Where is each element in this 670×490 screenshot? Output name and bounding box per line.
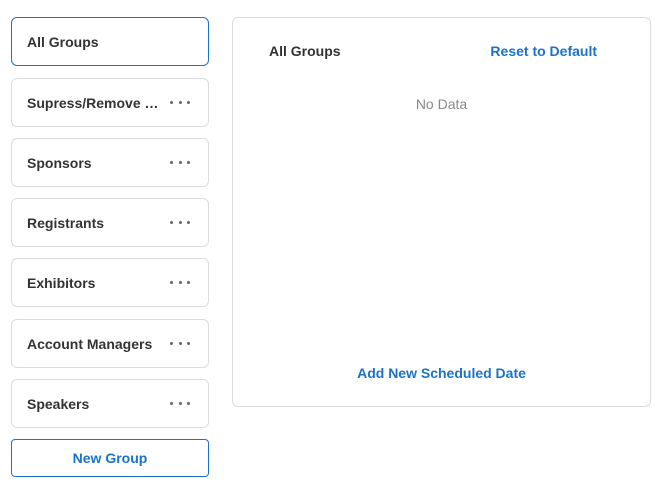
group-schedule-panel: All Groups Reset to Default No Data Add … [232, 17, 651, 407]
group-item-registrants[interactable]: Registrants [11, 198, 209, 247]
group-label: Exhibitors [27, 274, 96, 291]
more-horizontal-icon[interactable] [170, 216, 190, 230]
group-item-sponsors[interactable]: Sponsors [11, 138, 209, 187]
group-item-exhibitors[interactable]: Exhibitors [11, 258, 209, 307]
group-item-speakers[interactable]: Speakers [11, 379, 209, 428]
group-item-supress-remove[interactable]: Supress/Remove p... [11, 78, 209, 127]
new-group-button[interactable]: New Group [11, 439, 209, 477]
reset-to-default-link[interactable]: Reset to Default [490, 43, 597, 59]
group-label: Account Managers [27, 335, 153, 352]
more-horizontal-icon[interactable] [170, 276, 190, 290]
group-label: Registrants [27, 214, 105, 231]
empty-state-text: No Data [415, 96, 468, 112]
panel-title: All Groups [269, 43, 341, 59]
more-horizontal-icon[interactable] [170, 96, 190, 110]
group-label: Speakers [27, 395, 90, 412]
add-scheduled-date-link[interactable]: Add New Scheduled Date [233, 365, 650, 381]
group-item-account-managers[interactable]: Account Managers [11, 319, 209, 368]
more-horizontal-icon[interactable] [170, 337, 190, 351]
group-label: Supress/Remove p... [27, 94, 162, 111]
group-item-all-groups[interactable]: All Groups [11, 17, 209, 66]
more-horizontal-icon[interactable] [170, 397, 190, 411]
group-label: Sponsors [27, 154, 92, 171]
more-horizontal-icon[interactable] [170, 156, 190, 170]
group-label: All Groups [27, 33, 99, 50]
